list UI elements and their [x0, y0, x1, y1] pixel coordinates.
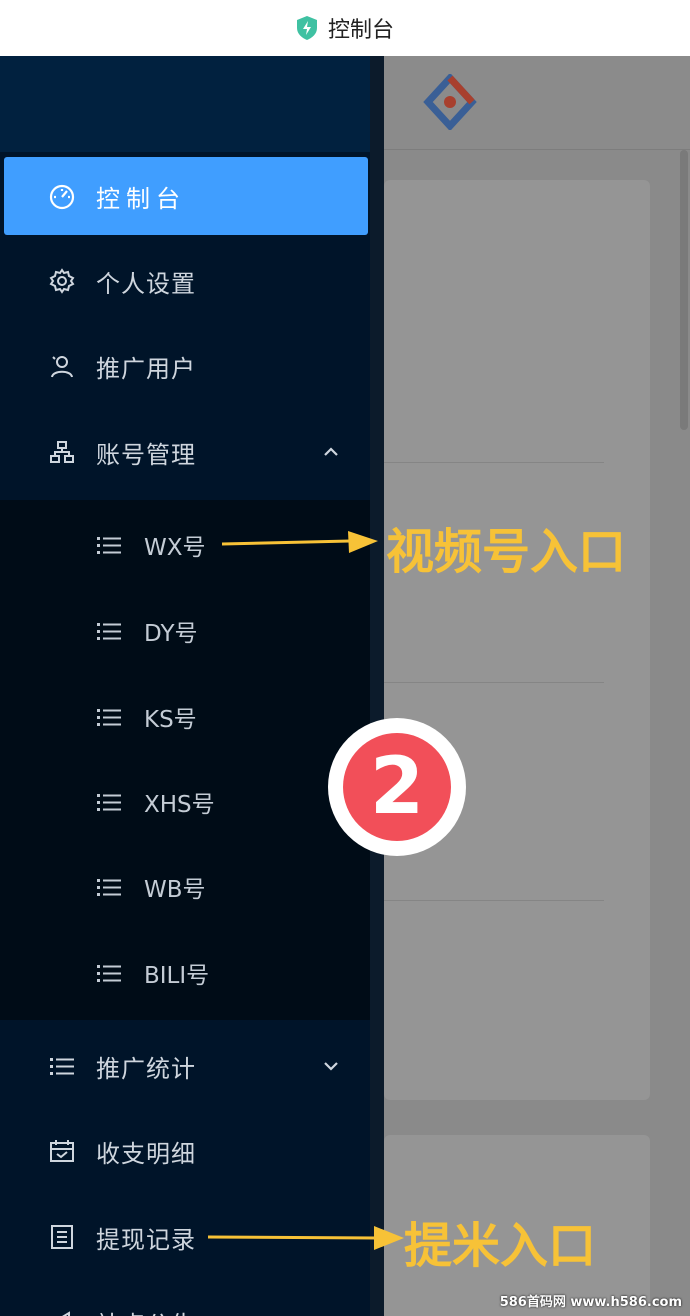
step-badge-number: 2 [343, 733, 451, 841]
list-icon [96, 874, 122, 900]
list-icon [96, 960, 122, 986]
submenu-item-label: WB号 [144, 877, 206, 903]
list-icon [48, 1052, 76, 1080]
submenu-item-bili[interactable]: BILI号 [0, 934, 370, 1012]
sidebar-item-dashboard[interactable]: 控制台 [4, 157, 368, 235]
sidebar-item-promotion-stats[interactable]: 推广统计 [0, 1027, 370, 1105]
sidebar-item-label: 个人设置 [96, 269, 196, 298]
submenu-item-wb[interactable]: WB号 [0, 848, 370, 926]
step-badge: 2 [328, 718, 466, 856]
org-tree-icon [48, 438, 76, 466]
chevron-down-icon [320, 1055, 342, 1077]
list-icon [96, 789, 122, 815]
divider [384, 682, 604, 683]
sidebar-edge [370, 56, 384, 1316]
sidebar-item-label: 收支明细 [96, 1139, 196, 1168]
page-title: 控制台 [327, 18, 394, 43]
user-icon [48, 352, 76, 380]
top-title-bar: 控制台 [0, 0, 690, 56]
divider [384, 900, 604, 901]
divider [384, 462, 604, 463]
sidebar-item-label: 推广统计 [96, 1054, 196, 1083]
submenu-item-label: KS号 [144, 707, 197, 733]
list-icon [96, 618, 122, 644]
megaphone-icon [48, 1308, 76, 1316]
sidebar-item-label: 推广用户 [96, 354, 196, 383]
sidebar-item-promoted-users[interactable]: 推广用户 [0, 327, 370, 405]
sidebar-item-income-details[interactable]: 收支明细 [0, 1112, 370, 1190]
sidebar-header [0, 56, 370, 152]
sidebar-item-label: 控制台 [96, 184, 186, 213]
app-logo-icon [420, 72, 480, 134]
watermark: 586首码网 www.h586.com [499, 1295, 682, 1310]
account-submenu: WX号 DY号 KS号 XHS号 WB号 BILI号 [0, 500, 370, 1020]
submenu-item-label: WX号 [144, 535, 206, 561]
submenu-item-xhs[interactable]: XHS号 [0, 763, 370, 841]
content-card [384, 180, 650, 1100]
submenu-item-ks[interactable]: KS号 [0, 678, 370, 756]
sidebar-item-announcements[interactable]: 站点公告 [0, 1283, 370, 1316]
submenu-item-dy[interactable]: DY号 [0, 592, 370, 670]
submenu-item-label: XHS号 [144, 792, 215, 818]
annotation-arrow [207, 1226, 404, 1250]
calendar-check-icon [48, 1137, 76, 1165]
dashboard-gauge-icon [48, 182, 76, 210]
submenu-item-label: BILI号 [144, 963, 210, 989]
chevron-up-icon [320, 441, 342, 463]
sidebar-item-label: 站点公告 [96, 1305, 196, 1316]
sidebar-item-label: 账号管理 [96, 440, 196, 469]
annotation-withdraw-entry: 提米入口 [404, 1218, 597, 1274]
document-list-icon [48, 1223, 76, 1251]
sidebar-item-account-management[interactable]: 账号管理 [0, 413, 370, 491]
list-icon [96, 532, 122, 558]
sidebar-item-label: 提现记录 [96, 1225, 196, 1254]
scrollbar[interactable] [680, 150, 688, 430]
list-icon [96, 704, 122, 730]
annotation-video-entry: 视频号入口 [386, 524, 627, 580]
annotation-arrow [221, 531, 378, 553]
sidebar-item-settings[interactable]: 个人设置 [0, 242, 370, 320]
shield-bolt-icon [296, 15, 318, 41]
gear-icon [48, 267, 76, 295]
submenu-item-label: DY号 [144, 621, 198, 647]
